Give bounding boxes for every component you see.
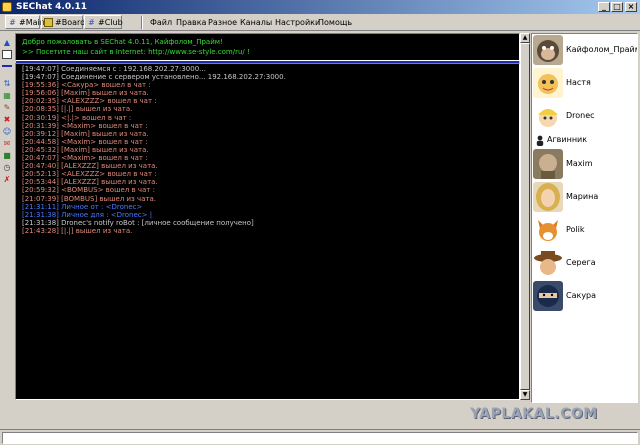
hash-icon: # bbox=[9, 18, 16, 27]
profile-icon[interactable]: ☺ bbox=[2, 127, 12, 136]
sepia-person-avatar-icon bbox=[533, 149, 563, 179]
up-arrow-icon[interactable]: ▲ bbox=[2, 38, 12, 47]
window-icon[interactable] bbox=[2, 50, 12, 59]
user-name: Серега bbox=[566, 258, 596, 267]
chat-message: [21:31:11] Личное от : <Dronec> bbox=[22, 202, 143, 211]
clock-icon[interactable]: ◷ bbox=[2, 163, 12, 172]
folder-icon[interactable]: ■ bbox=[2, 151, 12, 160]
grid-icon[interactable]: ▦ bbox=[2, 91, 12, 100]
chat-message: [21:07:39] [BOMBUS] вышел из чата. bbox=[22, 194, 156, 203]
board-icon bbox=[44, 18, 53, 27]
chat-message: [20:44:58] <Maxim> вошел в чат : bbox=[22, 137, 148, 146]
toolbar: # #Main #Board # #Club Файл Правка Разно… bbox=[0, 14, 640, 31]
user-list-item[interactable]: Настя bbox=[532, 67, 637, 99]
menu-settings[interactable]: Настройки bbox=[275, 16, 320, 29]
menu-edit[interactable]: Правка bbox=[176, 16, 206, 29]
welcome-panel: Добро пожаловать в SEChat 4.0.11, Кайфол… bbox=[15, 33, 520, 61]
user-name: Maxim bbox=[566, 159, 593, 168]
user-name: Агвинник bbox=[547, 135, 588, 144]
title-bar: SEChat 4.0.11 _ □ × bbox=[0, 0, 640, 14]
chat-message: [20:30:19] <|.|> вошел в чат : bbox=[22, 113, 132, 122]
maximize-button[interactable]: □ bbox=[611, 2, 623, 12]
chat-message: [19:47:07] Соединение с сервером установ… bbox=[22, 73, 286, 82]
chat-message: [20:08:35] [|.|] вышел из чата. bbox=[22, 105, 133, 114]
cowboy-avatar-icon bbox=[533, 248, 563, 278]
tab-label: #Board bbox=[55, 18, 86, 27]
chat-scrollbar[interactable]: ▲ ▼ bbox=[520, 33, 530, 400]
message-input[interactable] bbox=[2, 432, 638, 444]
user-list-item[interactable]: Maxim bbox=[532, 148, 637, 180]
close-button[interactable]: × bbox=[625, 2, 637, 12]
separator-icon bbox=[2, 65, 12, 67]
chat-message: [20:45:32] [Maxim] вышел из чата. bbox=[22, 145, 149, 154]
scroll-thumb[interactable] bbox=[520, 43, 530, 390]
status-bar bbox=[0, 429, 640, 445]
app-icon bbox=[2, 2, 12, 12]
user-name: Настя bbox=[566, 78, 591, 87]
blonde-woman-avatar-icon bbox=[533, 182, 563, 212]
blonde-cartoon-avatar-icon bbox=[533, 101, 563, 131]
user-name: Polik bbox=[566, 225, 585, 234]
watermark: YAPLAKAL.COM bbox=[470, 406, 598, 422]
tab-label: #Club bbox=[98, 18, 123, 27]
kick-icon[interactable]: ✖ bbox=[2, 115, 12, 124]
chat-message: [19:56:06] [Maxim] вышел из чата. bbox=[22, 89, 149, 98]
menu-file[interactable]: Файл bbox=[150, 16, 172, 29]
user-list-item[interactable]: Кайфолом_Прайм bbox=[532, 34, 638, 66]
minimize-button[interactable]: _ bbox=[598, 2, 610, 12]
chat-message: [20:02:35] <ALEXZZZ> вошел в чат : bbox=[22, 97, 157, 106]
window-title: SEChat 4.0.11 bbox=[16, 2, 88, 12]
mail-icon[interactable]: ✉ bbox=[2, 139, 12, 148]
tab-board[interactable]: #Board bbox=[41, 15, 86, 29]
scroll-up-button[interactable]: ▲ bbox=[520, 33, 530, 43]
chat-message: [19:47:07] Соединяемся с : 192.168.202.2… bbox=[22, 65, 206, 73]
chat-message: [21:31:38] Личное для : <Dronec> | bbox=[22, 210, 153, 219]
person-silhouette-icon bbox=[534, 134, 546, 146]
user-list-item[interactable]: Dronec bbox=[532, 100, 637, 132]
scroll-down-button[interactable]: ▼ bbox=[520, 390, 530, 400]
user-list-item[interactable]: Сакура bbox=[532, 280, 637, 312]
user-name: Марина bbox=[566, 192, 599, 201]
chat-message: [20:47:40] [ALEXZZZ] вышел из чата. bbox=[22, 162, 158, 171]
tab-main[interactable]: # #Main bbox=[5, 15, 45, 29]
left-toolbar: ▲ ⇅ ▦ ✎ ✖ ☺ ✉ ■ ◷ ✗ bbox=[0, 33, 14, 403]
chat-message: [20:59:32] <BOMBUS> вошел в чат : bbox=[22, 186, 155, 195]
toolbar-separator bbox=[141, 16, 143, 29]
chat-message: [20:47:07] <Maxim> вошел в чат : bbox=[22, 154, 148, 163]
menu-misc[interactable]: Разное bbox=[208, 16, 237, 29]
fox-avatar-icon bbox=[533, 215, 563, 245]
chat-message: [20:53:44] [ALEXZZZ] вышел из чата. bbox=[22, 178, 158, 187]
user-name: Сакура bbox=[566, 291, 597, 300]
menu-channels[interactable]: Каналы bbox=[240, 16, 272, 29]
chat-message: [20:52:13] <ALEXZZZ> вошел в чат : bbox=[22, 170, 157, 179]
chat-message: [19:55:36] <Сакура> вошел в чат : bbox=[22, 81, 151, 90]
user-list-item[interactable]: Polik bbox=[532, 214, 637, 246]
chat-log[interactable]: [19:47:07] Соединяемся с : 192.168.202.2… bbox=[15, 63, 520, 400]
user-list-item[interactable]: Серега bbox=[532, 247, 637, 279]
chat-message: [20:31:39] <Maxim> вошел в чат : bbox=[22, 121, 148, 130]
user-list-item[interactable]: Агвинник bbox=[532, 133, 637, 147]
tools-icon[interactable]: ✎ bbox=[2, 103, 12, 112]
user-list[interactable]: Кайфолом_Прайм Настя Dronec Агвинник Maxim Ма… bbox=[531, 33, 638, 403]
welcome-line: >> Посетите наш сайт в Internet: http://… bbox=[22, 48, 250, 56]
user-list-item[interactable]: Марина bbox=[532, 181, 637, 213]
tab-club[interactable]: # #Club bbox=[84, 15, 123, 29]
arrows-icon[interactable]: ⇅ bbox=[2, 79, 12, 88]
chat-message: [21:43:28] [|.|] вышел из чата. bbox=[22, 226, 133, 235]
chat-message: [21:31:38] Dronec's notify roBot : [личн… bbox=[22, 218, 254, 227]
club-icon: # bbox=[88, 18, 95, 27]
exit-icon[interactable]: ✗ bbox=[2, 175, 12, 184]
cartoon-girl-avatar-icon bbox=[533, 68, 563, 98]
welcome-line: Добро пожаловать в SEChat 4.0.11, Кайфол… bbox=[22, 38, 223, 46]
monkey-avatar-icon bbox=[533, 35, 563, 65]
user-name: Dronec bbox=[566, 111, 595, 120]
chat-message: [20:39:12] [Maxim] вышел из чата. bbox=[22, 129, 149, 138]
ninja-avatar-icon bbox=[533, 281, 563, 311]
menu-help[interactable]: Помощь bbox=[318, 16, 352, 29]
user-name: Кайфолом_Прайм bbox=[566, 45, 638, 54]
